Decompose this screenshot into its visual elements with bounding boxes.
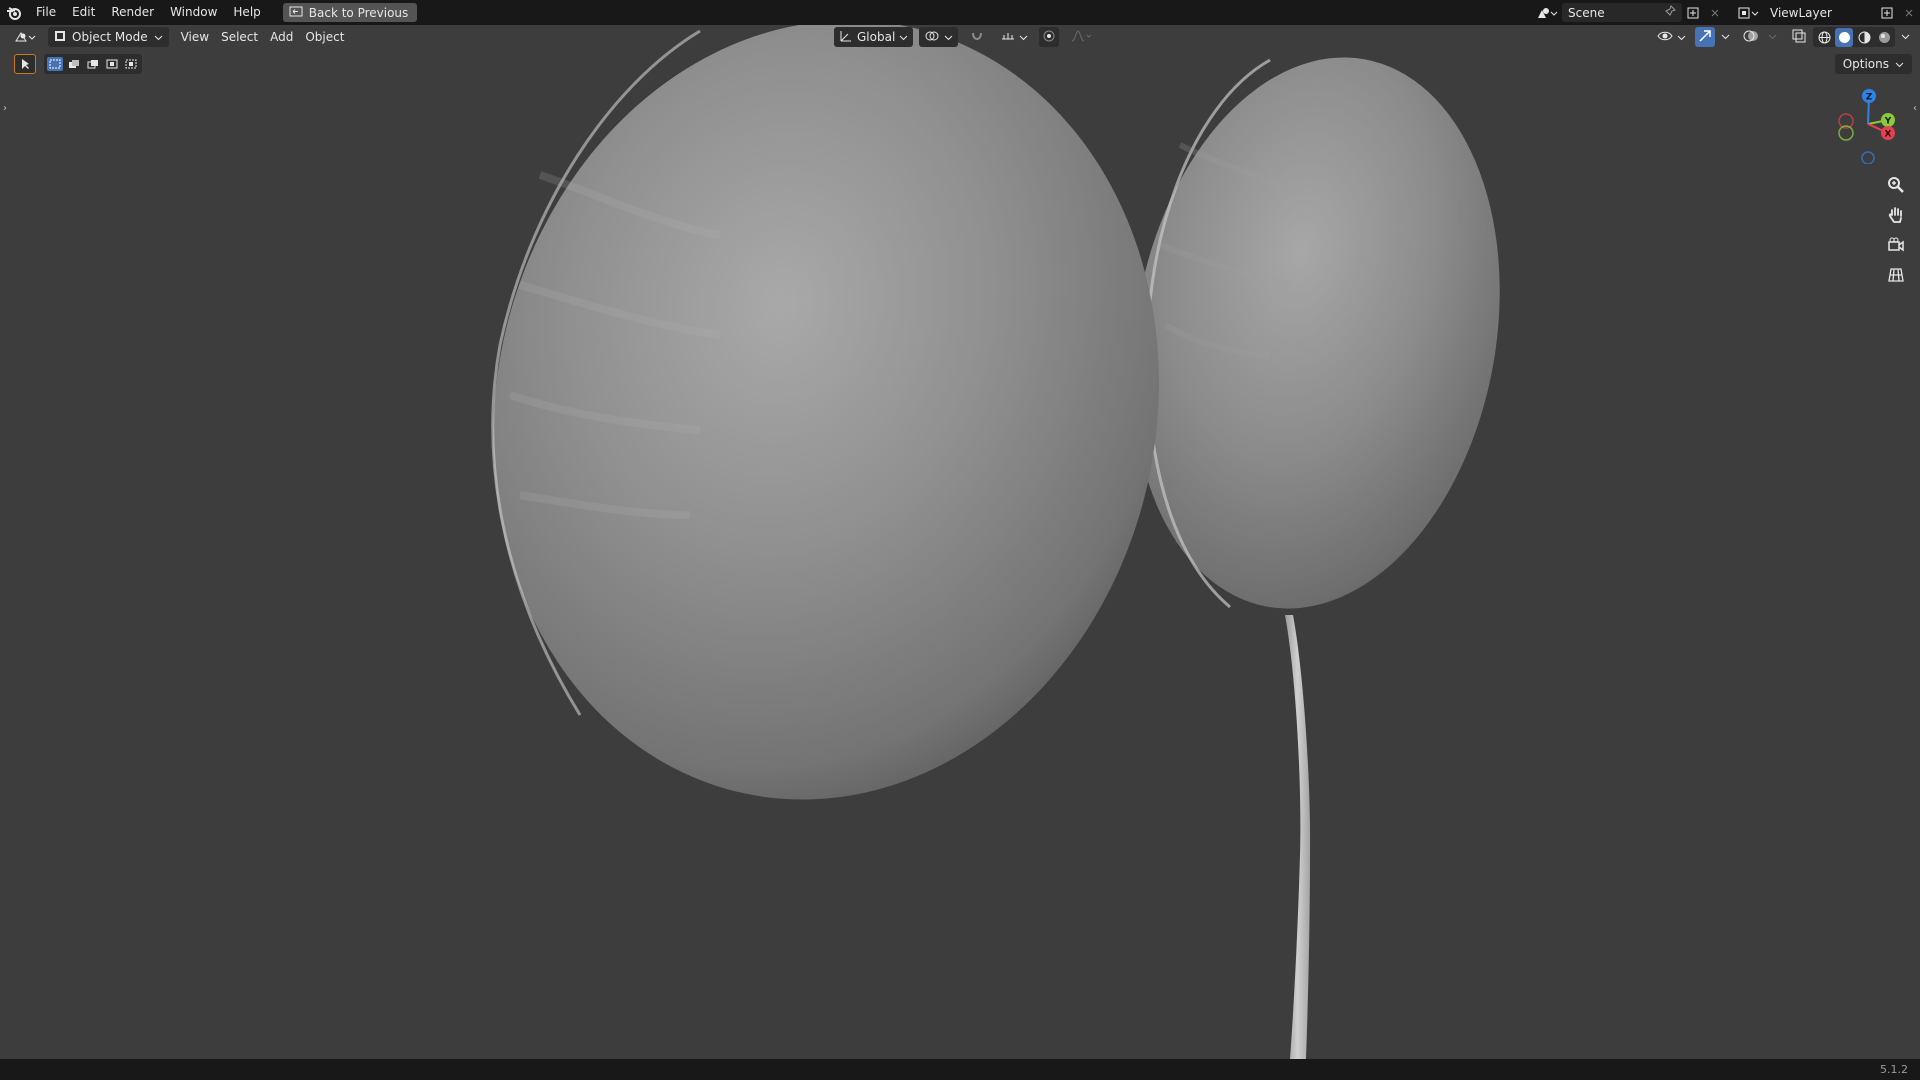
- back-to-previous-label: Back to Previous: [308, 5, 409, 20]
- blender-logo-icon[interactable]: [0, 0, 28, 25]
- gizmo-dropdown[interactable]: [1719, 27, 1732, 47]
- rendered-shading-icon[interactable]: [1875, 28, 1893, 47]
- gizmo-icon: [1698, 29, 1712, 46]
- neg-z-handle: [1861, 151, 1875, 164]
- material-shading-icon[interactable]: [1855, 28, 1873, 47]
- object-mode-icon: [54, 30, 66, 45]
- overlay-dropdown[interactable]: [1766, 27, 1779, 47]
- grid-icon: [1887, 266, 1905, 288]
- z-axis-label: Z: [1866, 93, 1873, 103]
- zoom-button[interactable]: [1883, 174, 1909, 200]
- object-mode-label: Object Mode: [72, 30, 148, 44]
- new-scene-icon[interactable]: [1682, 3, 1704, 22]
- chevron-down-icon: [1677, 30, 1686, 44]
- status-bar: 5.1.2: [0, 1059, 1920, 1080]
- pin-icon[interactable]: [1664, 5, 1676, 20]
- xray-toggle[interactable]: [1789, 27, 1809, 47]
- pivot-icon: [924, 29, 940, 46]
- xray-icon: [1792, 29, 1806, 46]
- select-invert-icon[interactable]: [104, 57, 120, 71]
- scene-field[interactable]: Scene: [1562, 3, 1682, 22]
- chevron-down-icon: [1019, 30, 1028, 44]
- proportional-falloff-dropdown[interactable]: [1065, 27, 1099, 47]
- falloff-icon: [1071, 29, 1093, 45]
- projection-toggle-button[interactable]: [1883, 264, 1909, 290]
- menu-object[interactable]: Object: [299, 27, 350, 47]
- sidebar-expand-icon[interactable]: ‹: [1910, 100, 1920, 116]
- menu-help[interactable]: Help: [225, 0, 268, 25]
- gizmo-toggle[interactable]: [1695, 27, 1715, 47]
- view-layer-field[interactable]: ViewLayer: [1764, 3, 1876, 22]
- wireframe-shading-icon[interactable]: [1815, 28, 1833, 47]
- select-new-icon[interactable]: [47, 57, 63, 71]
- visibility-icon: [1657, 29, 1673, 46]
- snap-icon: [970, 29, 984, 46]
- chevron-down-icon: [944, 30, 953, 44]
- chevron-down-icon: [154, 30, 163, 44]
- menu-edit[interactable]: Edit: [64, 0, 103, 25]
- back-to-previous-button[interactable]: Back to Previous: [282, 3, 418, 22]
- menu-file[interactable]: File: [28, 0, 64, 25]
- shading-mode-group: [1813, 27, 1895, 47]
- overlay-toggle[interactable]: [1740, 27, 1762, 47]
- select-intersect-icon[interactable]: [123, 57, 139, 71]
- view-layer-icon[interactable]: [1732, 3, 1764, 22]
- snap-toggle[interactable]: [964, 27, 990, 47]
- snap-increment-icon: [1001, 29, 1015, 46]
- proportional-edit-icon: [1043, 30, 1055, 45]
- version-label: 5.1.2: [1880, 1063, 1908, 1076]
- transform-orientation-icon: [839, 29, 853, 46]
- camera-icon: [1887, 236, 1905, 258]
- camera-view-button[interactable]: [1883, 234, 1909, 260]
- select-tool-button[interactable]: [14, 54, 36, 74]
- close-scene-icon[interactable]: [1704, 3, 1726, 22]
- options-label: Options: [1842, 57, 1889, 71]
- close-view-layer-icon[interactable]: [1898, 3, 1920, 22]
- back-icon: [289, 6, 303, 20]
- top-menubar: File Edit Render Window Help Back to Pre…: [0, 0, 1920, 25]
- options-dropdown[interactable]: Options: [1834, 54, 1912, 74]
- view-layer-name: ViewLayer: [1770, 5, 1832, 20]
- rear-balloon: [1132, 57, 1500, 609]
- selection-mode-group: [44, 54, 142, 74]
- viewport-3d[interactable]: [0, 25, 1920, 1059]
- navigation-gizmo[interactable]: Z Y X: [1830, 84, 1910, 164]
- pivot-point-dropdown[interactable]: [919, 27, 959, 47]
- zoom-icon: [1887, 176, 1905, 198]
- menu-render[interactable]: Render: [103, 0, 162, 25]
- viewport-header: Object Mode View Select Add Object Globa…: [0, 25, 1920, 49]
- menu-select[interactable]: Select: [215, 27, 264, 47]
- scene-name: Scene: [1568, 5, 1605, 20]
- x-axis-label: X: [1885, 130, 1892, 140]
- front-balloon: [491, 25, 1159, 800]
- object-mode-dropdown[interactable]: Object Mode: [48, 27, 169, 47]
- balloon-string: [1285, 615, 1311, 1059]
- toolbar-expand-icon[interactable]: ›: [0, 100, 10, 116]
- shading-dropdown[interactable]: [1899, 27, 1912, 47]
- menu-view[interactable]: View: [175, 27, 215, 47]
- overlay-icon: [1743, 29, 1759, 46]
- tool-settings: [14, 54, 142, 74]
- transform-orientation-dropdown[interactable]: Global: [834, 27, 914, 47]
- new-view-layer-icon[interactable]: [1876, 3, 1898, 22]
- menu-window[interactable]: Window: [162, 0, 225, 25]
- select-tool-icon: [19, 55, 31, 74]
- hand-icon: [1887, 206, 1905, 228]
- chevron-down-icon: [1895, 57, 1904, 71]
- visibility-dropdown[interactable]: [1652, 27, 1691, 47]
- chevron-down-icon: [899, 30, 908, 44]
- select-subtract-icon[interactable]: [85, 57, 101, 71]
- y-axis-label: Y: [1884, 117, 1892, 127]
- scene-icon[interactable]: [1532, 3, 1562, 22]
- proportional-edit-toggle[interactable]: [1039, 27, 1060, 47]
- snap-target-dropdown[interactable]: [996, 27, 1033, 47]
- editor-type-icon[interactable]: [8, 27, 44, 47]
- pan-button[interactable]: [1883, 204, 1909, 230]
- solid-shading-icon[interactable]: [1835, 27, 1853, 47]
- menu-add[interactable]: Add: [264, 27, 299, 47]
- transform-orientation-label: Global: [857, 30, 896, 44]
- select-extend-icon[interactable]: [66, 57, 82, 71]
